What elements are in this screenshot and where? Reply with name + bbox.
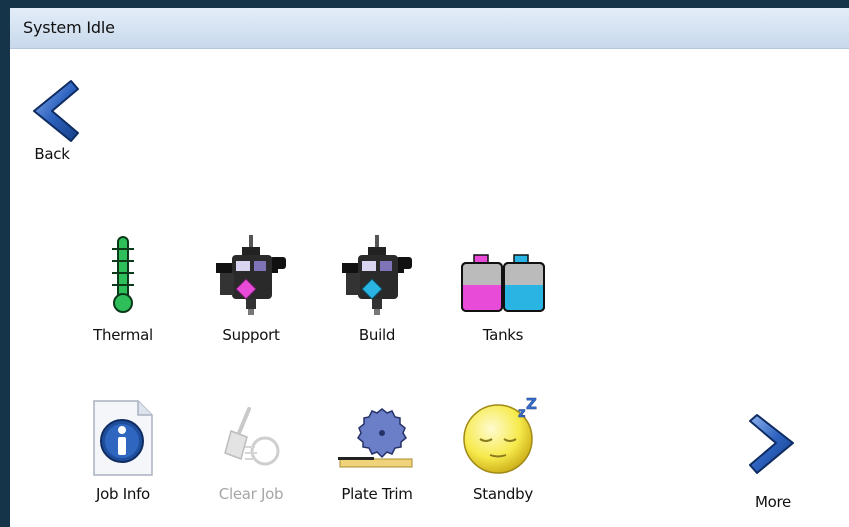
ink-tanks-icon [448,235,558,315]
broom-icon [196,395,306,475]
thermometer-icon [68,235,178,315]
print-head-cyan-icon [322,235,432,315]
main-window: System Idle Back Thermal Support Build T… [10,8,849,527]
print-head-magenta-icon [196,235,306,315]
thermal-label: Thermal [93,326,153,344]
standby-label: Standby [473,485,533,503]
svg-text:z: z [518,406,526,421]
build-button[interactable]: Build [322,235,432,347]
clear-job-label: Clear Job [218,485,284,503]
support-label: Support [222,326,280,344]
title-bar: System Idle [10,8,849,49]
thermal-button[interactable]: Thermal [68,235,178,347]
content-area: Back Thermal Support Build Tanks Job Inf… [10,49,849,527]
chevron-left-icon [2,75,112,155]
chevron-right-icon [718,409,828,489]
job-info-label: Job Info [96,485,150,503]
info-document-icon [68,395,178,476]
more-button[interactable]: More [718,409,828,521]
plate-trim-label: Plate Trim [341,485,413,503]
tanks-button[interactable]: Tanks [448,235,558,347]
support-button[interactable]: Support [196,235,306,347]
build-label: Build [358,326,396,344]
clear-job-button: Clear Job [196,395,306,507]
svg-text:Z: Z [526,395,537,413]
job-info-button[interactable]: Job Info [68,395,178,507]
standby-button[interactable]: z Z Standby [448,395,558,507]
back-label: Back [34,145,70,163]
window-title: System Idle [23,18,115,37]
plate-trim-button[interactable]: Plate Trim [322,395,432,507]
tanks-label: Tanks [482,326,524,344]
back-button[interactable]: Back [22,75,132,187]
more-label: More [755,493,791,511]
sleeping-face-icon: z Z [448,395,558,475]
saw-blade-icon [322,395,432,475]
